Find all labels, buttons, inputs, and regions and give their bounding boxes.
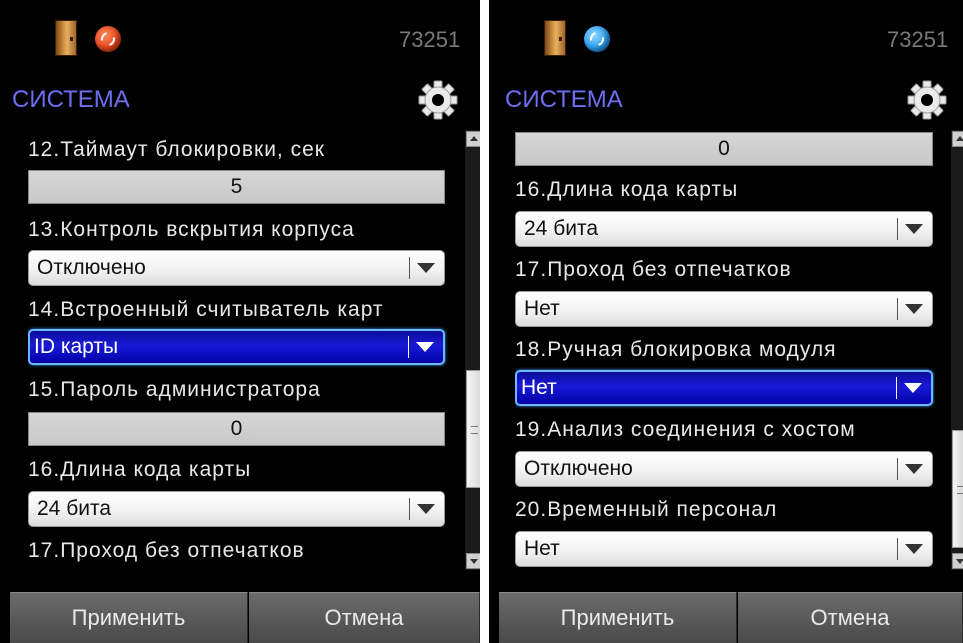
chevron-down-icon[interactable] — [417, 263, 435, 273]
scroll-thumb[interactable] — [466, 370, 480, 488]
card-reader-select[interactable]: ID карты — [28, 329, 445, 365]
scroll-down-icon[interactable] — [466, 553, 480, 569]
setting-label: 17.Проход без отпечатков — [515, 258, 792, 281]
scroll-thumb[interactable] — [952, 430, 963, 548]
divider — [409, 257, 410, 279]
chevron-down-icon[interactable] — [905, 224, 923, 234]
lock-timeout-field[interactable]: 5 — [28, 170, 445, 204]
select-value: Нет — [524, 537, 560, 560]
setting-label: 12.Таймаут блокировки, сек — [28, 138, 325, 161]
scrollbar[interactable] — [465, 130, 480, 570]
select-value: 24 бита — [37, 497, 112, 520]
scroll-down-icon[interactable] — [952, 553, 963, 569]
select-value: Нет — [521, 376, 557, 399]
setting-label: 17.Проход без отпечатков — [28, 539, 305, 562]
manual-lock-select[interactable]: Нет — [515, 370, 933, 406]
case-tamper-select[interactable]: Отключено — [28, 250, 445, 286]
chevron-down-icon[interactable] — [905, 544, 923, 554]
device-id: 73251 — [887, 27, 949, 52]
page-title: СИСТЕМА — [505, 86, 623, 113]
admin-password-field[interactable]: 0 — [515, 132, 933, 166]
setting-label: 15.Пароль администратора — [28, 378, 321, 401]
setting-label: 18.Ручная блокировка модуля — [515, 338, 837, 361]
gear-icon[interactable] — [418, 80, 458, 120]
settings-list: 0 16.Длина кода карты 24 бита 17.Проход … — [515, 130, 935, 570]
card-code-length-select[interactable]: 24 бита — [28, 491, 445, 527]
door-icon — [55, 20, 77, 56]
setting-label: 13.Контроль вскрытия корпуса — [28, 218, 355, 241]
right-screen: 73251 СИСТЕМА 0 16.Длина кода карты 24 б… — [489, 0, 963, 643]
settings-list: 12.Таймаут блокировки, сек 5 13.Контроль… — [28, 130, 448, 570]
setting-label: 16.Длина кода карты — [515, 178, 739, 201]
select-value: Отключено — [37, 256, 146, 279]
footer: Применить Отмена — [489, 592, 963, 643]
gear-icon[interactable] — [907, 80, 947, 120]
page-title: СИСТЕМА — [12, 86, 130, 113]
admin-password-field[interactable]: 0 — [28, 412, 445, 446]
apply-button[interactable]: Применить — [499, 592, 737, 643]
select-value: Нет — [524, 297, 560, 320]
temp-staff-select[interactable]: Нет — [515, 531, 933, 567]
divider — [897, 298, 898, 320]
chevron-down-icon[interactable] — [416, 342, 434, 352]
setting-label: 20.Временный персонал — [515, 498, 778, 521]
select-value: Отключено — [524, 457, 633, 480]
divider — [897, 538, 898, 560]
scroll-up-icon[interactable] — [952, 131, 963, 147]
divider — [409, 498, 410, 520]
apply-button[interactable]: Применить — [10, 592, 248, 643]
select-value: 24 бита — [524, 217, 599, 240]
cancel-button[interactable]: Отмена — [249, 592, 480, 643]
divider — [408, 336, 409, 358]
divider — [896, 377, 897, 399]
chevron-down-icon[interactable] — [417, 504, 435, 514]
divider — [897, 218, 898, 240]
setting-label: 16.Длина кода карты — [28, 458, 252, 481]
door-icon — [544, 20, 566, 56]
fingerprint-bypass-select[interactable]: Нет — [515, 291, 933, 327]
sync-icon — [584, 26, 610, 52]
scroll-up-icon[interactable] — [466, 131, 480, 147]
cancel-button[interactable]: Отмена — [738, 592, 963, 643]
host-connection-select[interactable]: Отключено — [515, 451, 933, 487]
left-screen: 73251 СИСТЕМА 12.Таймаут блокировки, сек… — [0, 0, 480, 643]
card-code-length-select[interactable]: 24 бита — [515, 211, 933, 247]
scrollbar[interactable] — [951, 130, 963, 570]
chevron-down-icon[interactable] — [904, 383, 922, 393]
setting-label: 14.Встроенный считыватель карт — [28, 298, 384, 321]
chevron-down-icon[interactable] — [905, 464, 923, 474]
chevron-down-icon[interactable] — [905, 304, 923, 314]
footer: Применить Отмена — [0, 592, 480, 643]
sync-icon — [95, 26, 121, 52]
divider — [897, 458, 898, 480]
setting-label: 19.Анализ соединения с хостом — [515, 418, 856, 441]
select-value: ID карты — [34, 335, 119, 358]
device-id: 73251 — [399, 27, 461, 52]
